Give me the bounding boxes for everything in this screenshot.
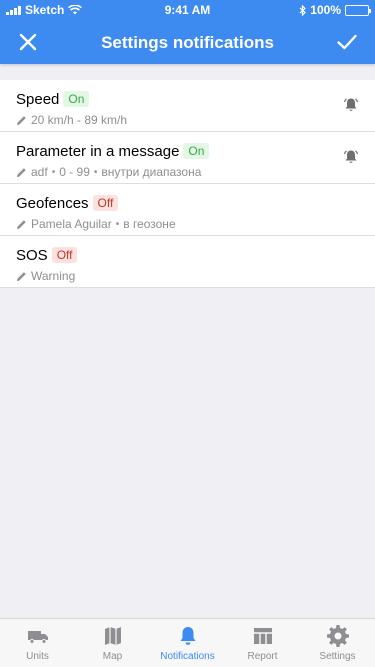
tab-notifications[interactable]: Notifications [150, 619, 225, 667]
truck-icon [27, 631, 48, 644]
notification-detail: Pamela Aguilar [31, 217, 112, 231]
notification-row-sos[interactable]: SOS Off Warning [0, 236, 375, 288]
separator-dot: • [93, 166, 98, 178]
status-bar: Sketch 9:41 AM 100% [0, 0, 375, 20]
tab-bar: Units Map Notifications Report Settings [0, 618, 375, 667]
tab-map[interactable]: Map [75, 619, 150, 667]
bell-muted-icon[interactable] [343, 149, 359, 165]
notification-row-parameter[interactable]: Parameter in a message On adf • 0 - 99 •… [0, 132, 375, 184]
pencil-icon [16, 167, 26, 177]
pencil-icon [16, 219, 26, 229]
status-badge: Off [92, 195, 119, 211]
status-badge: Off [51, 247, 78, 263]
nav-bar: Settings notifications [0, 20, 375, 64]
notification-name: Geofences [16, 194, 89, 212]
tab-label: Map [102, 651, 123, 662]
notification-name: SOS [16, 246, 48, 264]
separator-dot: • [115, 218, 120, 230]
page-title: Settings notifications [101, 33, 274, 52]
notification-detail: 20 km/h - 89 km/h [31, 113, 128, 127]
table-icon [253, 628, 272, 644]
separator-dot: • [51, 166, 56, 178]
status-badge: On [183, 143, 210, 159]
tab-settings[interactable]: Settings [300, 619, 375, 667]
notification-name: Parameter in a message [16, 142, 180, 160]
tab-label: Settings [319, 651, 356, 662]
map-icon [104, 627, 121, 645]
battery-percent: 100% [310, 3, 341, 17]
battery-icon [345, 4, 371, 16]
tab-label: Notifications [160, 651, 215, 662]
status-badge: On [63, 91, 90, 107]
bell-icon [180, 627, 195, 645]
tab-units[interactable]: Units [0, 619, 75, 667]
notification-detail: Warning [31, 269, 76, 283]
notification-row-speed[interactable]: Speed On 20 km/h - 89 km/h [0, 80, 375, 132]
notification-detail: в геозоне [123, 217, 176, 231]
notification-list: Speed On 20 km/h - 89 km/h Parameter in … [0, 80, 375, 288]
notification-detail: adf [31, 165, 48, 179]
pencil-icon [16, 115, 26, 125]
checkmark-icon[interactable] [335, 30, 359, 54]
bluetooth-icon [299, 4, 307, 16]
notification-detail: 0 - 99 [59, 165, 90, 179]
notification-name: Speed [16, 90, 60, 108]
bell-muted-icon[interactable] [343, 97, 359, 113]
tab-report[interactable]: Report [225, 619, 300, 667]
tab-label: Report [247, 651, 278, 662]
notification-row-geofences[interactable]: Geofences Off Pamela Aguilar • в геозоне [0, 184, 375, 236]
app-header: Sketch 9:41 AM 100% Settings notificatio… [0, 0, 375, 64]
notification-detail: внутри диапазона [101, 165, 202, 179]
gear-icon [326, 625, 349, 647]
pencil-icon [16, 271, 26, 281]
tab-label: Units [26, 651, 49, 662]
